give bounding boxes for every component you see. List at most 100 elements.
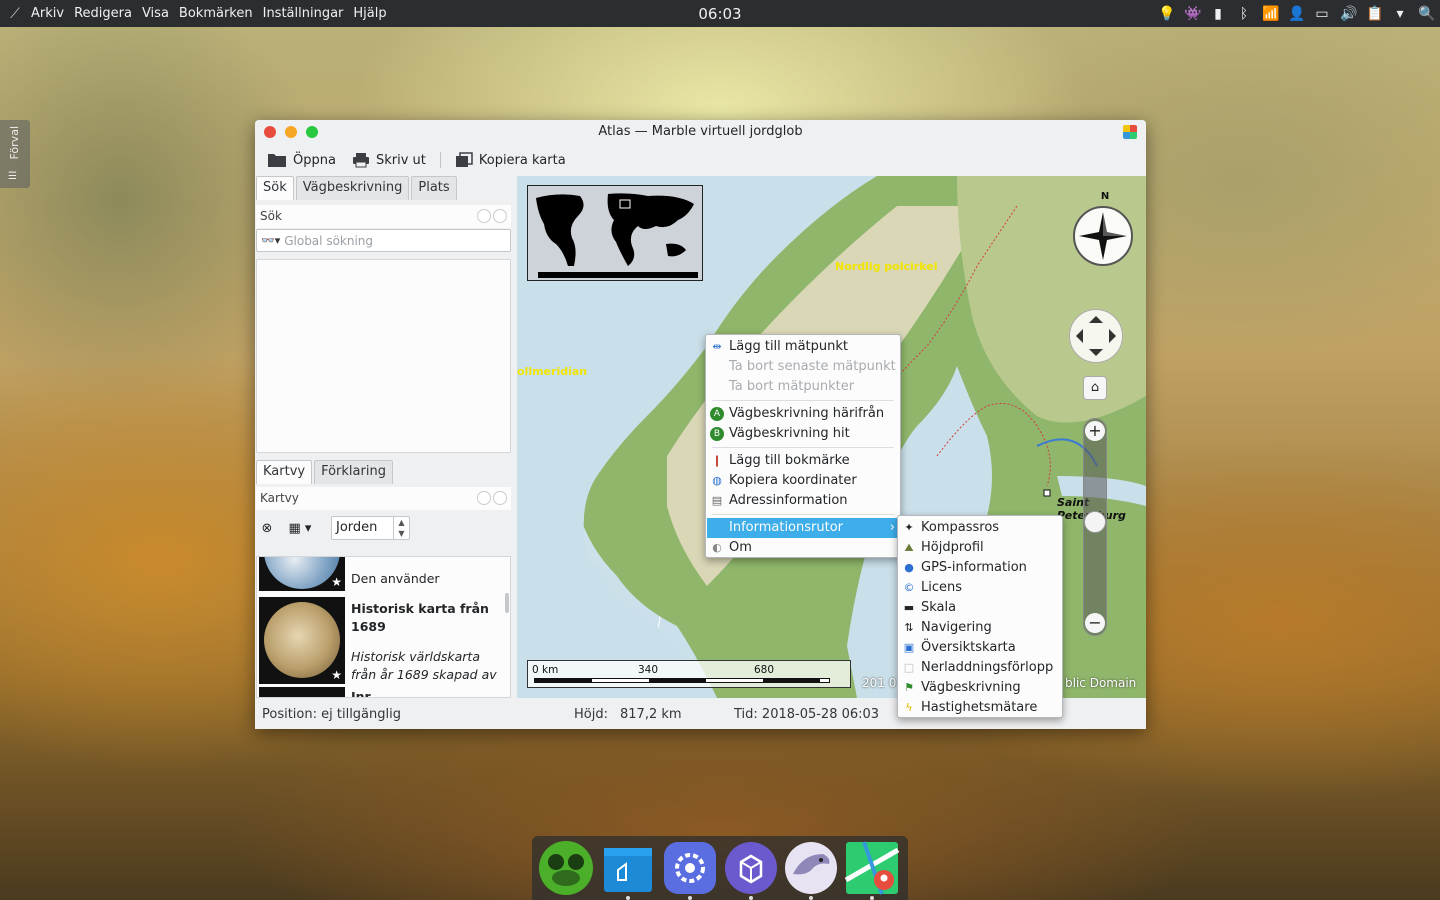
navigation-pad[interactable] <box>1069 309 1123 363</box>
menu-address-info[interactable]: ▤ Adressinformation <box>707 491 899 511</box>
ghost-icon[interactable]: 👾 <box>1184 6 1201 22</box>
zoom-in-button[interactable]: + <box>1085 421 1105 441</box>
package-icon[interactable] <box>723 840 779 900</box>
submenu-compass-rose[interactable]: ✦ Kompassros <box>899 518 1061 538</box>
wifi-icon[interactable]: 📶 <box>1262 6 1279 22</box>
mapview-float-button[interactable] <box>477 491 491 505</box>
battery-icon[interactable]: ▭ <box>1314 6 1330 22</box>
menu-hjalp[interactable]: Hjälp <box>348 6 391 21</box>
search-input[interactable]: 👓▾ Global sökning <box>256 229 511 252</box>
search-icon[interactable]: 🔍 <box>1418 6 1435 22</box>
submenu-scale[interactable]: ▬ Skala <box>899 598 1061 618</box>
zoom-handle[interactable] <box>1084 511 1106 533</box>
menu-remove-measures: Ta bort mätpunkter <box>707 377 899 397</box>
clipboard-icon[interactable]: 📋 <box>1366 6 1383 22</box>
close-panel-button[interactable] <box>493 209 507 223</box>
search-results[interactable] <box>256 259 511 453</box>
submenu-overview-map[interactable]: ▣ Översiktskarta <box>899 638 1061 658</box>
frog-app-icon[interactable] <box>538 840 594 896</box>
map-description: Historisk världskarta från år 1689 skapa… <box>351 649 497 682</box>
submenu-navigation[interactable]: ⇅ Navigering <box>899 618 1061 638</box>
overview-map-icon: ▣ <box>903 641 915 654</box>
submenu-routing[interactable]: ⚑ Vägbeskrivning <box>899 678 1061 698</box>
compass-rose[interactable]: N <box>1073 191 1133 266</box>
menu-about[interactable]: ◐ Om <box>707 538 899 558</box>
map-theme-list[interactable]: ★ Den använder ★ Historisk karta från 16… <box>256 556 511 698</box>
menu-redigera[interactable]: Redigera <box>69 6 137 21</box>
menu-add-measure-point[interactable]: ⇹ Lägg till mätpunkt <box>707 337 899 357</box>
submenu-elevation-profile[interactable]: ⛰ Höjdprofil <box>899 538 1061 558</box>
menu-route-to-here[interactable]: B Vägbeskrivning hit <box>707 424 899 444</box>
lightbulb-icon[interactable]: 💡 <box>1158 6 1175 22</box>
map-license-credit[interactable]: blic Domain <box>1065 676 1136 690</box>
eagle-browser-icon[interactable] <box>783 840 839 900</box>
list-item[interactable]: ★ Den använder <box>259 557 509 593</box>
star-icon[interactable]: ★ <box>331 575 342 589</box>
toolbar-separator <box>439 152 441 168</box>
binoculars-icon[interactable]: 👓▾ <box>261 234 280 247</box>
battery-widget-icon[interactable]: ▮ <box>1210 6 1226 22</box>
chevron-down-icon[interactable]: ▾ <box>1392 6 1408 22</box>
menu-arkiv[interactable]: Arkiv <box>26 6 69 21</box>
menu-visa[interactable]: Visa <box>137 6 174 21</box>
clock[interactable]: 06:03 <box>698 5 741 23</box>
maximize-button[interactable] <box>306 126 318 138</box>
menu-label: Vägbeskrivning härifrån <box>729 406 885 421</box>
user-icon[interactable]: 👤 <box>1288 6 1305 22</box>
overview-map[interactable] <box>527 185 703 281</box>
menu-label: Navigering <box>921 620 992 635</box>
tab-location[interactable]: Plats <box>411 176 457 200</box>
close-button[interactable] <box>264 126 276 138</box>
menu-separator <box>712 447 894 448</box>
tab-legend[interactable]: Förklaring <box>314 460 393 484</box>
list-item[interactable]: Inr... <box>259 687 509 697</box>
float-button[interactable] <box>477 209 491 223</box>
menu-copy-coordinates[interactable]: ◍ Kopiera koordinater <box>707 471 899 491</box>
menu-label: Höjdprofil <box>921 540 984 555</box>
section-toggles <box>477 209 507 223</box>
route-start-icon: A <box>710 407 724 421</box>
app-launcher-icon[interactable]: ⟋ <box>4 6 26 22</box>
submenu-gps-info[interactable]: ● GPS-information <box>899 558 1061 578</box>
menu-route-from-here[interactable]: A Vägbeskrivning härifrån <box>707 404 899 424</box>
tab-mapview[interactable]: Kartvy <box>256 460 313 484</box>
file-manager-icon[interactable] <box>600 840 656 900</box>
open-button[interactable]: Öppna <box>261 147 342 173</box>
grip-icon[interactable]: ☰ <box>8 171 17 182</box>
tab-search[interactable]: Sök <box>256 176 294 200</box>
titlebar[interactable]: Atlas — Marble virtuell jordglob <box>255 120 1146 144</box>
zoom-out-button[interactable]: − <box>1085 613 1105 633</box>
volume-icon[interactable]: 🔊 <box>1340 6 1357 22</box>
menu-bokmarken[interactable]: Bokmärken <box>174 6 258 21</box>
grid-view-button[interactable]: ▦ ▾ <box>284 517 316 539</box>
menu-info-boxes[interactable]: Informationsrutor › <box>707 518 899 538</box>
zoom-slider[interactable]: + − <box>1083 418 1107 636</box>
submenu-download-progress[interactable]: □ Nerladdningsförlopp <box>899 658 1061 678</box>
presets-widget[interactable]: Förval ☰ <box>0 120 30 188</box>
frog-graphic <box>539 841 593 895</box>
tab-routing[interactable]: Vägbeskrivning <box>295 176 410 200</box>
minimize-button[interactable] <box>285 126 297 138</box>
side-panel: Sök Vägbeskrivning Plats Sök 👓▾ Global s… <box>255 176 517 698</box>
spin-arrows[interactable]: ▲ ▼ <box>393 517 409 539</box>
settings-icon[interactable] <box>662 840 718 900</box>
print-button[interactable]: Skriv ut <box>346 147 432 173</box>
list-item[interactable]: ★ Historisk karta från 1689 Historisk vä… <box>259 597 509 685</box>
submenu-license[interactable]: © Licens <box>899 578 1061 598</box>
list-scrollbar[interactable] <box>505 593 509 613</box>
menu-add-bookmark[interactable]: ❙ Lägg till bokmärke <box>707 451 899 471</box>
submenu-speedometer[interactable]: ϟ Hastighetsmätare <box>899 698 1061 718</box>
menu-installningar[interactable]: Inställningar <box>258 6 349 21</box>
projection-button[interactable]: ⊗ <box>256 517 278 539</box>
home-button[interactable]: ⌂ <box>1083 376 1107 400</box>
altitude-label: Höjd: <box>574 707 608 722</box>
scale-graphic <box>534 678 830 683</box>
position-status: Position: ej tillgänglig <box>262 707 401 722</box>
celestial-body-selector[interactable]: Jorden ▲ ▼ <box>331 516 410 540</box>
mapview-close-button[interactable] <box>493 491 507 505</box>
star-icon[interactable]: ★ <box>331 668 342 682</box>
marble-maps-icon[interactable] <box>844 840 900 900</box>
chevron-right-icon: › <box>889 520 895 535</box>
copy-map-button[interactable]: Kopiera karta <box>449 147 572 173</box>
bluetooth-icon[interactable]: ᛒ <box>1236 6 1252 22</box>
